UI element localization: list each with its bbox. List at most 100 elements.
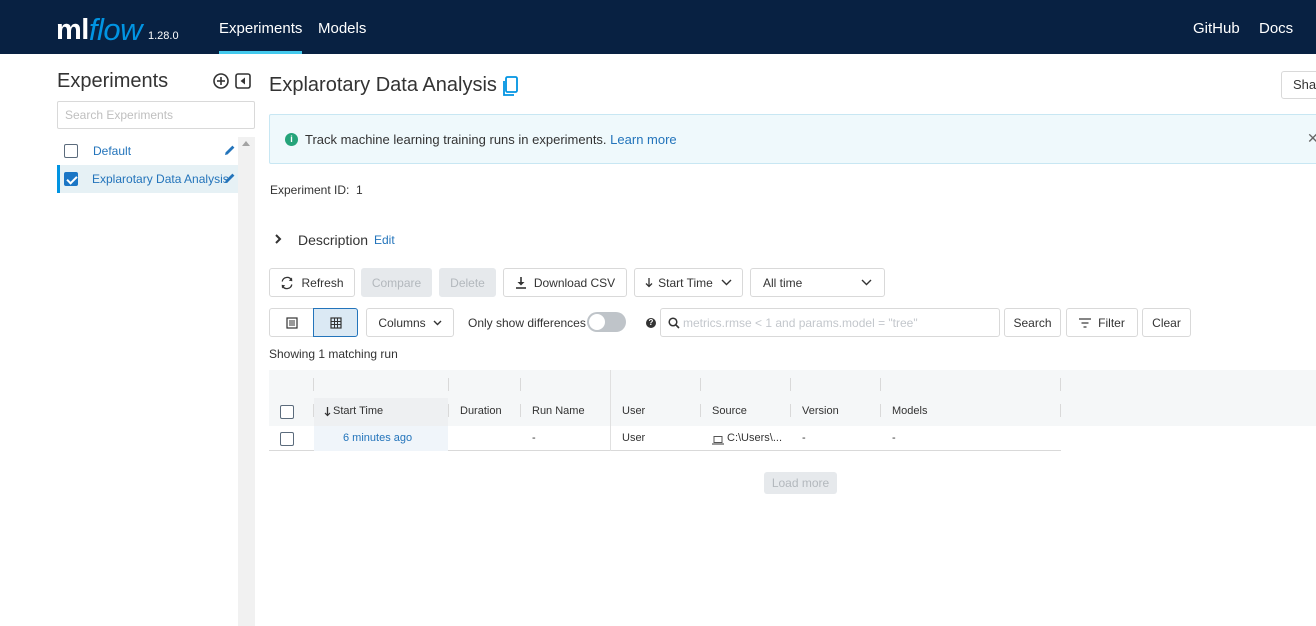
description-label[interactable]: Description: [298, 232, 368, 248]
sort-select[interactable]: Start Time: [634, 268, 743, 297]
learn-more-link[interactable]: Learn more: [610, 132, 676, 147]
experiment-id: Experiment ID: 1: [270, 183, 363, 197]
column-separator: [1060, 378, 1061, 391]
column-header-duration[interactable]: Duration: [460, 405, 502, 417]
filter-icon: [1079, 317, 1092, 328]
experiment-list: Default Explarotary Data Analysis: [57, 137, 238, 193]
column-group-divider: [610, 370, 611, 426]
experiment-id-label: Experiment ID:: [270, 183, 350, 197]
refresh-label: Refresh: [301, 275, 344, 290]
share-button[interactable]: Share: [1281, 71, 1316, 99]
laptop-icon: [712, 436, 724, 445]
column-separator: [700, 404, 701, 417]
experiment-label: Default: [93, 144, 132, 158]
clear-button[interactable]: Clear: [1142, 308, 1191, 337]
list-view-button[interactable]: [269, 308, 314, 337]
experiment-checkbox[interactable]: [64, 172, 78, 186]
logo-flow-text: flow: [88, 12, 143, 47]
grid-view-icon: [329, 316, 342, 329]
column-header-run-name[interactable]: Run Name: [532, 405, 585, 417]
column-separator: [700, 378, 701, 391]
experiments-sidebar: Experiments Default Explarotary Data Ana…: [57, 54, 255, 626]
select-all-checkbox[interactable]: [280, 405, 294, 419]
filter-button[interactable]: Filter: [1066, 308, 1138, 337]
arrow-down-icon: [645, 278, 653, 288]
nav-github[interactable]: GitHub: [1193, 0, 1240, 54]
info-icon: i: [285, 133, 298, 146]
download-csv-label: Download CSV: [533, 275, 616, 290]
collapse-sidebar-icon[interactable]: [235, 73, 251, 89]
load-more-button[interactable]: Load more: [764, 472, 837, 494]
nav-docs[interactable]: Docs: [1259, 0, 1293, 54]
column-separator: [448, 404, 449, 417]
start-time-link[interactable]: 6 minutes ago: [343, 432, 412, 444]
sort-desc-icon[interactable]: [324, 406, 331, 417]
column-header-version[interactable]: Version: [802, 405, 839, 417]
edit-pencil-icon[interactable]: [224, 144, 236, 156]
nav-experiments[interactable]: Experiments: [219, 0, 303, 54]
version-cell: -: [802, 432, 806, 444]
refresh-button[interactable]: Refresh: [269, 268, 355, 297]
chevron-down-icon: [433, 320, 442, 325]
info-alert: i Track machine learning training runs i…: [269, 114, 1316, 164]
scroll-up-arrow-icon[interactable]: [242, 141, 250, 146]
alert-text: Track machine learning training runs in …: [305, 132, 677, 147]
chevron-down-icon: [721, 279, 732, 286]
table-row[interactable]: 6 minutes ago - User C:\Users\... - -: [269, 426, 1061, 451]
column-separator: [880, 378, 881, 391]
source-cell[interactable]: C:\Users\...: [727, 432, 782, 444]
sidebar-scrollbar[interactable]: [238, 137, 255, 626]
download-csv-button[interactable]: Download CSV: [503, 268, 627, 297]
description-edit-link[interactable]: Edit: [374, 233, 395, 247]
column-separator: [790, 404, 791, 417]
list-view-icon: [285, 316, 298, 329]
compare-button[interactable]: Compare: [361, 268, 432, 297]
matching-runs-count: Showing 1 matching run: [269, 347, 398, 361]
chevron-down-icon: [861, 279, 872, 286]
columns-button[interactable]: Columns: [366, 308, 454, 337]
copy-icon[interactable]: [502, 76, 518, 96]
column-header-start-time[interactable]: Start Time: [333, 405, 383, 417]
download-icon: [515, 277, 526, 289]
only-show-differences-toggle[interactable]: [587, 312, 626, 332]
runs-search-input[interactable]: [683, 314, 993, 332]
top-nav: ml flow 1.28.0 Experiments Models GitHub …: [0, 0, 1316, 54]
alert-message: Track machine learning training runs in …: [305, 132, 607, 147]
column-separator: [790, 378, 791, 391]
run-name-cell: -: [532, 432, 536, 444]
app-version: 1.28.0: [147, 30, 179, 42]
delete-button[interactable]: Delete: [439, 268, 496, 297]
chevron-right-icon[interactable]: [274, 233, 282, 245]
sidebar-title: Experiments: [57, 70, 169, 92]
only-show-differences-label: Only show differences: [468, 316, 586, 330]
help-icon[interactable]: ?: [646, 318, 656, 328]
experiment-checkbox[interactable]: [64, 144, 78, 158]
column-separator: [520, 378, 521, 391]
time-range-label: All time: [763, 275, 803, 290]
nav-models[interactable]: Models: [318, 0, 366, 54]
runs-search-box[interactable]: [660, 308, 1000, 337]
add-experiment-icon[interactable]: [213, 73, 229, 89]
column-header-models[interactable]: Models: [892, 405, 927, 417]
filter-label: Filter: [1098, 315, 1125, 330]
experiment-item-explarotary[interactable]: Explarotary Data Analysis: [57, 165, 238, 193]
search-icon: [668, 317, 680, 329]
column-separator: [520, 404, 521, 417]
grid-view-button[interactable]: [313, 308, 358, 337]
models-cell: -: [892, 432, 896, 444]
column-separator: [313, 378, 314, 391]
user-cell: User: [622, 432, 646, 444]
time-range-select[interactable]: All time: [750, 268, 885, 297]
search-button[interactable]: Search: [1004, 308, 1061, 337]
edit-pencil-icon[interactable]: [224, 172, 236, 184]
mlflow-logo[interactable]: ml flow 1.28.0: [56, 10, 179, 47]
search-experiments-input[interactable]: [57, 101, 255, 129]
column-group-divider: [610, 426, 611, 451]
column-separator: [313, 404, 314, 417]
column-header-user[interactable]: User: [622, 405, 645, 417]
row-checkbox[interactable]: [280, 432, 294, 446]
close-icon[interactable]: ✕: [1307, 130, 1316, 147]
experiment-item-default[interactable]: Default: [57, 137, 238, 165]
column-header-source[interactable]: Source: [712, 405, 747, 417]
refresh-icon: [282, 276, 293, 289]
